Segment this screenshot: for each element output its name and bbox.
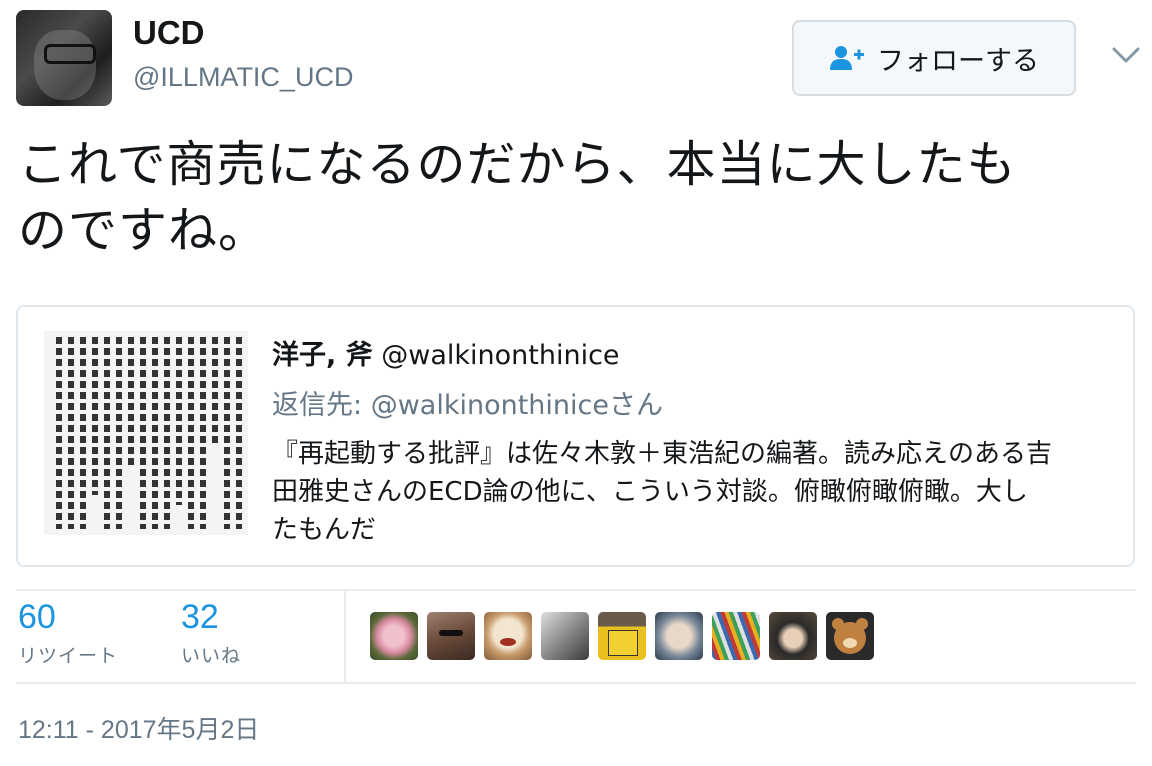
tweet-text: これで商売になるのだから、本当に大したも のですね。 — [18, 132, 1128, 264]
like-count: 32 — [181, 598, 219, 636]
woman-portrait-avatar[interactable] — [769, 612, 817, 660]
quoted-text-line: たもんだ — [272, 515, 377, 545]
colored-pencils-avatar[interactable] — [712, 612, 760, 660]
avatar-glasses — [44, 44, 96, 64]
quoted-author-handle: @walkinonthinice — [381, 340, 620, 371]
quoted-reply-to: 返信先: @walkinonthiniceさん — [272, 383, 663, 422]
monochrome-photo-avatar[interactable] — [541, 612, 589, 660]
like-stat[interactable]: 32 いいね — [181, 598, 241, 668]
retweet-count: 60 — [18, 598, 56, 636]
quoted-tweet-card[interactable]: 洋子, 斧 @walkinonthinice 返信先: @walkinonthi… — [16, 305, 1135, 567]
retweet-stat[interactable]: 60 リツイート — [18, 598, 118, 668]
reply-to-suffix: さん — [608, 390, 663, 421]
tweet-text-line: これで商売になるのだから、本当に大したも — [18, 136, 1017, 193]
bear-avatar[interactable] — [826, 612, 874, 660]
reply-to-handle[interactable]: @walkinonthinice — [371, 390, 609, 421]
divider — [16, 682, 1136, 684]
tweet-timestamp[interactable]: 12:11 - 2017年5月2日 — [18, 710, 259, 746]
avatar[interactable] — [16, 10, 112, 106]
divider — [16, 589, 1136, 591]
avatar-face — [34, 30, 96, 100]
retweet-label: リツイート — [18, 645, 119, 667]
follow-button[interactable]: フォローする — [792, 20, 1076, 96]
protest-sign-avatar[interactable] — [598, 612, 646, 660]
likers-list — [370, 612, 874, 660]
quoted-author-name: 洋子, 斧 — [272, 340, 373, 371]
tweet-text-line: のですね。 — [18, 202, 269, 259]
chevron-down-icon[interactable] — [1108, 40, 1144, 70]
book-page-image — [44, 331, 248, 535]
person-sunglasses-avatar[interactable] — [427, 612, 475, 660]
tiger-mask-avatar[interactable] — [484, 612, 532, 660]
reply-to-prefix: 返信先: — [272, 390, 371, 421]
divider — [344, 591, 346, 682]
follow-person-plus-icon — [829, 44, 865, 72]
quoted-author[interactable]: 洋子, 斧 @walkinonthinice — [272, 333, 620, 372]
follow-button-label: フォローする — [877, 45, 1039, 77]
quoted-tweet-text: 『再起動する批評』は佐々木敦＋東浩紀の編著。読み応えのある吉 田雅史さんのECD… — [272, 435, 1122, 549]
like-label: いいね — [181, 645, 242, 667]
quoted-text-line: 『再起動する批評』は佐々木敦＋東浩紀の編著。読み応えのある吉 — [272, 439, 1053, 469]
user-handle[interactable]: @ILLMATIC_UCD — [133, 62, 353, 93]
display-name[interactable]: UCD — [133, 14, 205, 52]
face-closeup-avatar[interactable] — [655, 612, 703, 660]
quoted-text-line: 田雅史さんのECD論の他に、こういう対談。俯瞰俯瞰俯瞰。大し — [272, 477, 1028, 507]
rose-avatar[interactable] — [370, 612, 418, 660]
